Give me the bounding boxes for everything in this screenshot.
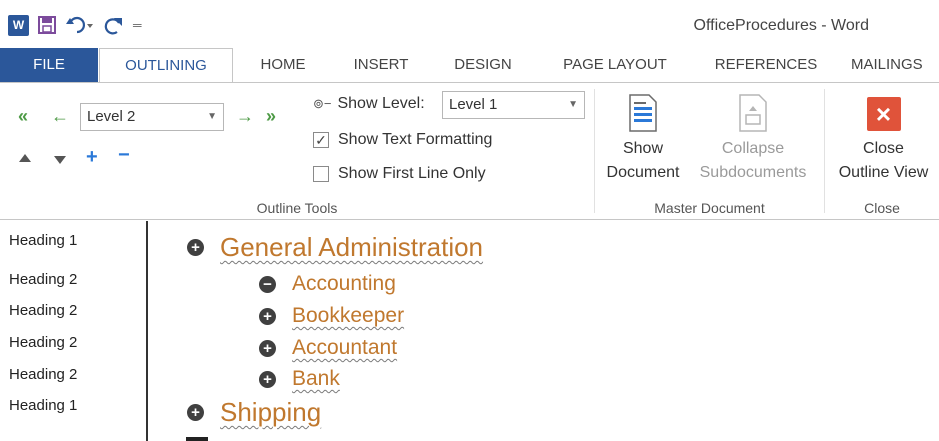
show-first-line-only-row[interactable]: Show First Line Only bbox=[313, 165, 486, 183]
outline-level-dropdown[interactable]: Level 2 ▼ bbox=[80, 103, 224, 131]
collapse-line2: Subdocuments bbox=[699, 164, 807, 181]
show-first-line-only-label: Show First Line Only bbox=[338, 165, 486, 182]
title-bar: W ═ OfficeProcedures - Word bbox=[0, 0, 939, 48]
outline-heading[interactable]: + Bank bbox=[259, 367, 340, 391]
tab-design[interactable]: DESIGN bbox=[444, 48, 522, 82]
tab-file[interactable]: FILE bbox=[0, 48, 98, 82]
save-icon[interactable] bbox=[37, 15, 57, 35]
expand-symbol-icon[interactable]: + bbox=[259, 307, 276, 325]
demote-to-body-text-icon[interactable]: » bbox=[266, 106, 276, 127]
show-text-formatting-label: Show Text Formatting bbox=[338, 131, 493, 148]
tab-references[interactable]: REFERENCES bbox=[707, 48, 825, 82]
document-area[interactable]: Heading 1 Heading 2 Heading 2 Heading 2 … bbox=[0, 221, 939, 441]
tab-page-layout[interactable]: PAGE LAYOUT bbox=[548, 48, 682, 82]
show-text-formatting-row[interactable]: ✓ Show Text Formatting bbox=[313, 131, 492, 149]
chevron-down-icon: ▼ bbox=[568, 99, 578, 110]
outline-heading[interactable]: + General Administration bbox=[187, 232, 483, 263]
expand-symbol-icon[interactable]: + bbox=[259, 339, 276, 357]
promote-to-heading1-icon[interactable]: « bbox=[18, 106, 28, 127]
customize-qat-icon[interactable]: ═ bbox=[133, 18, 142, 32]
redo-icon[interactable] bbox=[103, 15, 125, 35]
undo-icon[interactable] bbox=[65, 15, 95, 35]
collapse-subdocuments-button[interactable]: Collapse Subdocuments bbox=[690, 93, 816, 185]
master-document-group-label: Master Document bbox=[654, 200, 765, 216]
outline-level-value: Level 2 bbox=[87, 108, 136, 125]
collapse-line1: Collapse bbox=[721, 140, 785, 157]
collapse-symbol-icon[interactable]: − bbox=[259, 275, 276, 293]
close-line2: Outline View bbox=[838, 164, 929, 181]
outline-heading-text: Bank bbox=[292, 367, 340, 390]
demote-icon[interactable]: → bbox=[236, 106, 254, 127]
style-label: Heading 2 bbox=[9, 334, 78, 351]
tab-insert[interactable]: INSERT bbox=[343, 48, 419, 82]
show-document-line1: Show bbox=[622, 140, 664, 157]
outline-heading-text: General Administration bbox=[220, 232, 484, 262]
close-icon: × bbox=[866, 97, 901, 131]
expand-symbol-icon[interactable]: + bbox=[187, 239, 204, 256]
outline-tools-group-label: Outline Tools bbox=[256, 200, 338, 216]
show-level-label: Show Level: bbox=[337, 95, 425, 112]
word-app-icon[interactable]: W bbox=[8, 14, 29, 36]
show-level-row: ⊚− Show Level: bbox=[313, 95, 425, 113]
style-label: Heading 2 bbox=[9, 366, 78, 383]
collapse-icon[interactable]: − bbox=[118, 144, 130, 167]
group-divider bbox=[824, 89, 825, 213]
chevron-down-icon: ▼ bbox=[207, 111, 217, 122]
style-area-pane: Heading 1 Heading 2 Heading 2 Heading 2 … bbox=[0, 221, 148, 441]
collapse-subdocuments-icon bbox=[737, 93, 769, 133]
expand-icon[interactable]: + bbox=[86, 146, 98, 169]
quick-access-toolbar: W ═ bbox=[8, 12, 150, 38]
window-title: OfficeProcedures - Word bbox=[693, 17, 869, 34]
show-document-button[interactable]: Show Document bbox=[598, 93, 688, 185]
tab-home[interactable]: HOME bbox=[248, 48, 318, 82]
move-down-icon[interactable] bbox=[54, 156, 66, 164]
ribbon: « ← Level 2 ▼ → » + − ⊚− Show Level: Lev… bbox=[0, 82, 939, 220]
move-up-icon[interactable] bbox=[19, 154, 31, 162]
show-document-icon bbox=[627, 93, 659, 133]
outline-heading-text: Accounting bbox=[292, 272, 396, 295]
show-level-value: Level 1 bbox=[449, 96, 498, 113]
show-text-formatting-checkbox[interactable]: ✓ bbox=[313, 132, 329, 148]
next-item-marker bbox=[186, 437, 208, 441]
style-label: Heading 1 bbox=[9, 232, 78, 249]
promote-icon[interactable]: ← bbox=[51, 106, 69, 127]
outline-heading-text: Shipping bbox=[220, 397, 322, 427]
show-document-line2: Document bbox=[606, 164, 680, 181]
group-divider bbox=[594, 89, 595, 213]
style-label: Heading 2 bbox=[9, 271, 78, 288]
outline-heading[interactable]: + Bookkeeper bbox=[259, 304, 404, 328]
show-first-line-only-checkbox[interactable] bbox=[313, 166, 329, 182]
close-group-label: Close bbox=[864, 200, 900, 216]
close-outline-view-button[interactable]: × Close Outline View bbox=[828, 93, 939, 185]
style-label: Heading 1 bbox=[9, 397, 78, 414]
tab-outlining[interactable]: OUTLINING bbox=[99, 48, 233, 83]
style-label: Heading 2 bbox=[9, 302, 78, 319]
ribbon-tabs: FILE OUTLINING HOME INSERT DESIGN PAGE L… bbox=[0, 48, 939, 83]
outline-heading[interactable]: + Shipping bbox=[187, 397, 321, 428]
show-level-icon: ⊚− bbox=[313, 96, 332, 111]
outline-heading[interactable]: + Accountant bbox=[259, 336, 397, 360]
outline-heading[interactable]: − Accounting bbox=[259, 272, 396, 296]
expand-symbol-icon[interactable]: + bbox=[259, 370, 276, 388]
outline-heading-text: Bookkeeper bbox=[292, 304, 405, 327]
expand-symbol-icon[interactable]: + bbox=[187, 404, 204, 421]
show-level-dropdown[interactable]: Level 1 ▼ bbox=[442, 91, 585, 119]
tab-mailings[interactable]: MAILINGS bbox=[851, 48, 939, 82]
close-line1: Close bbox=[863, 140, 904, 157]
outline-heading-text: Accountant bbox=[292, 336, 398, 359]
